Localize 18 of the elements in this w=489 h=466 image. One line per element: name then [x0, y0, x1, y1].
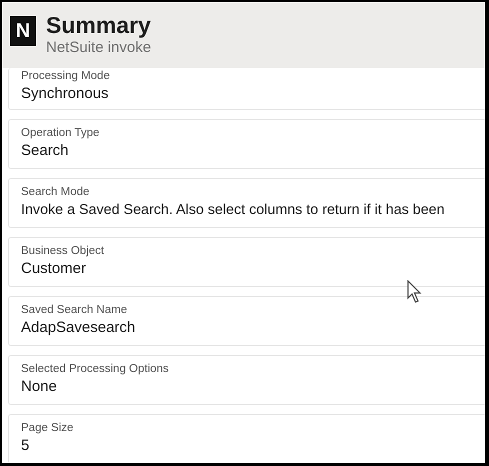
field-value: Synchronous	[21, 84, 110, 104]
field-label: Business Object	[21, 244, 106, 259]
field-label: Page Size	[21, 421, 74, 436]
mouse-pointer-icon	[407, 280, 424, 304]
field-label: Processing Mode	[21, 69, 111, 84]
field-label: Saved Search Name	[21, 303, 128, 318]
field-value: None	[21, 377, 58, 397]
field-label: Operation Type	[21, 126, 100, 141]
field-label: Search Mode	[21, 185, 90, 200]
field-value: Customer	[21, 259, 88, 279]
field-value: AdapSavesearch	[21, 318, 136, 338]
field-value: Search	[21, 141, 70, 161]
logo-icon: N	[10, 16, 36, 46]
field-value: Invoke a Saved Search. Also select columns to return if it has been	[21, 201, 446, 220]
field-label: Selected Processing Options	[21, 362, 170, 377]
field-value: 5	[21, 436, 30, 456]
page-title: Summary	[46, 12, 152, 38]
page-subtitle: NetSuite invoke	[46, 38, 152, 58]
